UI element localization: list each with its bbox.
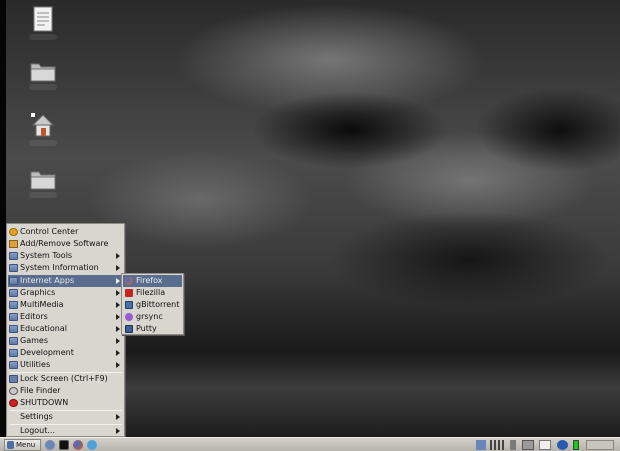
folder-icon	[30, 171, 56, 190]
menu-item-utilities[interactable]: Utilities	[8, 359, 123, 371]
submenu-arrow-icon	[116, 265, 120, 271]
desktop-icon-document[interactable]	[26, 6, 60, 46]
battery-icon[interactable]	[573, 440, 579, 450]
folder-icon	[9, 337, 18, 345]
menu-item-development[interactable]: Development	[8, 347, 123, 359]
menu-item-shutdown[interactable]: SHUTDOWN	[8, 397, 123, 409]
folder-icon	[9, 289, 18, 297]
volume-mixer-icon[interactable]	[490, 440, 504, 450]
submenu-arrow-icon	[116, 253, 120, 259]
desktop-icon-folder[interactable]	[26, 168, 60, 208]
folder-icon	[9, 277, 18, 285]
shutdown-icon	[9, 399, 18, 407]
menu-item-games[interactable]: Games	[8, 335, 123, 347]
menu-item-multimedia[interactable]: MultiMedia	[8, 299, 123, 311]
taskbar: Menu	[0, 437, 620, 451]
network-icon[interactable]	[87, 440, 97, 450]
folder-icon	[9, 325, 18, 333]
submenu-item-grsync[interactable]: grsync	[123, 311, 182, 323]
grsync-icon	[125, 313, 133, 321]
desktop-icon-folder[interactable]	[26, 60, 60, 100]
folder-icon	[9, 264, 18, 272]
menu-item-file-finder[interactable]: File Finder	[8, 385, 123, 397]
folder-icon	[9, 349, 18, 357]
menu-item-control-center[interactable]: Control Center	[8, 226, 123, 238]
folder-icon	[9, 252, 18, 260]
submenu-item-firefox[interactable]: Firefox	[123, 275, 182, 287]
submenu-item-filezilla[interactable]: Filezilla	[123, 287, 182, 299]
browser-icon[interactable]	[45, 440, 55, 450]
folder-icon	[30, 63, 56, 82]
menu-button[interactable]: Menu	[4, 439, 41, 451]
network-status-icon[interactable]	[476, 440, 486, 450]
menu-item-logout[interactable]: Logout...	[8, 425, 123, 437]
submenu-arrow-icon	[116, 290, 120, 296]
volume-icon[interactable]	[510, 440, 516, 450]
menu-item-graphics[interactable]: Graphics	[8, 287, 123, 299]
start-menu: Control Center Add/Remove Software Syste…	[6, 223, 125, 437]
submenu-arrow-icon	[116, 278, 120, 284]
home-icon	[31, 113, 55, 137]
folder-icon	[9, 313, 18, 321]
submenu-arrow-icon	[116, 302, 120, 308]
submenu-arrow-icon	[116, 414, 120, 420]
bittorrent-icon	[125, 301, 133, 309]
terminal-icon[interactable]	[59, 440, 69, 450]
submenu-arrow-icon	[116, 338, 120, 344]
desktop-icon-home[interactable]	[26, 112, 60, 152]
firefox-icon[interactable]	[73, 440, 83, 450]
menu-item-internet-apps[interactable]: Internet Apps	[8, 275, 123, 287]
menu-item-system-tools[interactable]: System Tools	[8, 250, 123, 262]
monitor-icon[interactable]	[522, 440, 534, 450]
clock-icon[interactable]	[586, 440, 614, 450]
folder-icon	[9, 361, 18, 369]
menu-logo-icon	[7, 441, 14, 449]
submenu-item-gbittorrent[interactable]: gBittorrent	[123, 299, 182, 311]
desktop-icon-caption	[29, 140, 57, 146]
package-icon	[9, 240, 18, 248]
lock-icon	[9, 375, 18, 383]
submenu-arrow-icon	[116, 314, 120, 320]
submenu-arrow-icon	[116, 428, 120, 434]
desktop-icon-caption	[29, 34, 57, 40]
internet-apps-submenu: Firefox Filezilla gBittorrent grsync Put…	[121, 273, 184, 335]
menu-item-lock-screen[interactable]: Lock Screen (Ctrl+F9)	[8, 373, 123, 385]
menu-item-system-information[interactable]: System Information	[8, 262, 123, 274]
hp-icon[interactable]	[557, 440, 568, 450]
firefox-icon	[125, 277, 133, 285]
control-center-icon	[9, 228, 18, 236]
menu-item-settings[interactable]: Settings	[8, 411, 123, 423]
putty-icon	[125, 325, 133, 333]
document-icon	[33, 6, 53, 32]
submenu-item-putty[interactable]: Putty	[123, 323, 182, 335]
folder-icon	[9, 301, 18, 309]
menu-item-add-remove-software[interactable]: Add/Remove Software	[8, 238, 123, 250]
menu-item-educational[interactable]: Educational	[8, 323, 123, 335]
mail-icon[interactable]	[539, 440, 551, 450]
desktop-icon-caption	[29, 192, 57, 198]
filezilla-icon	[125, 289, 133, 297]
submenu-arrow-icon	[116, 362, 120, 368]
search-icon	[9, 387, 18, 395]
submenu-arrow-icon	[116, 326, 120, 332]
submenu-arrow-icon	[116, 350, 120, 356]
menu-item-editors[interactable]: Editors	[8, 311, 123, 323]
desktop-icon-caption	[29, 84, 57, 90]
